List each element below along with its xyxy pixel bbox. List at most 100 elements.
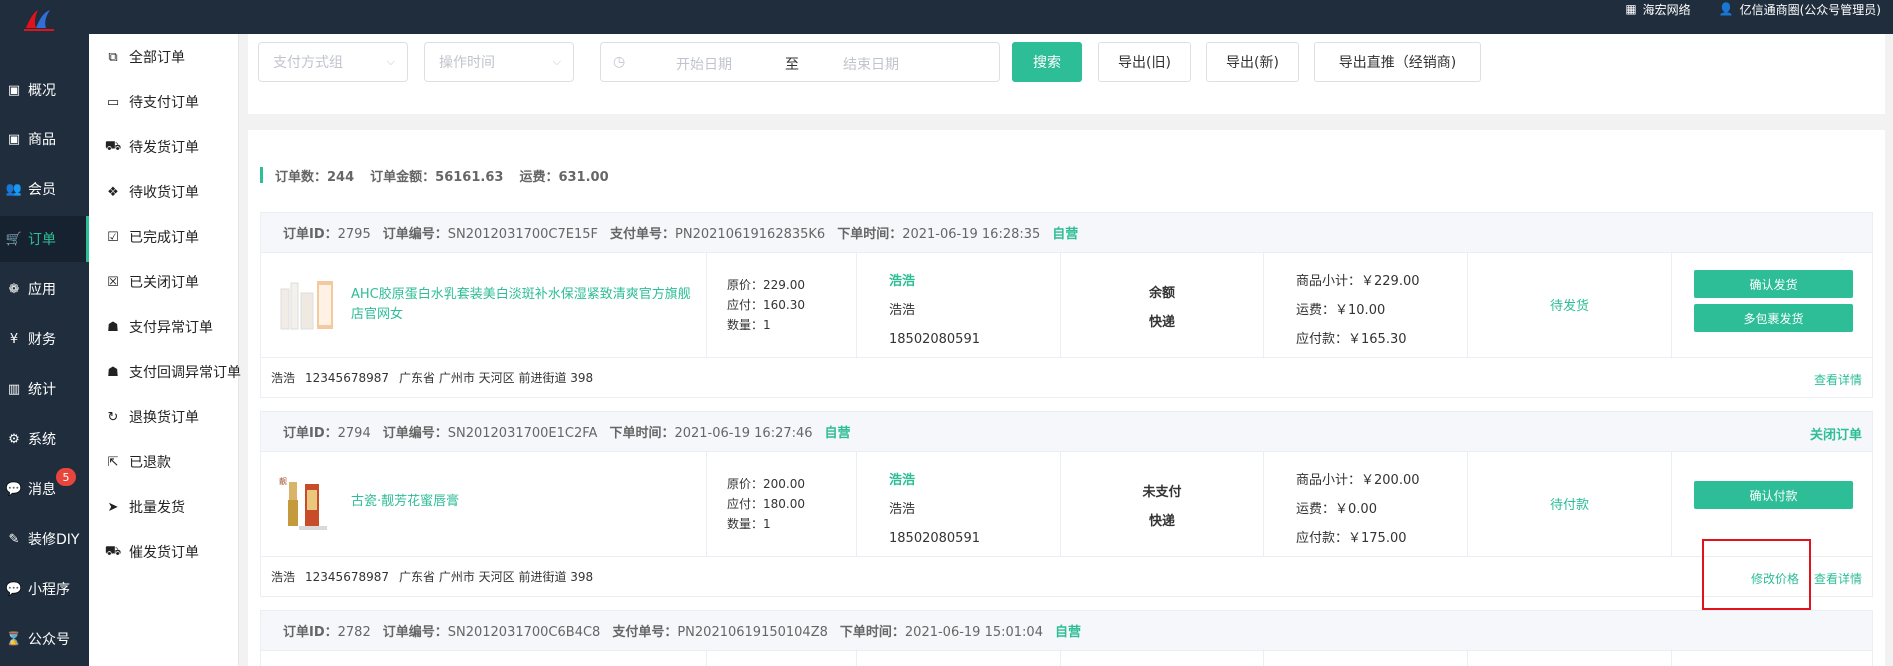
order-card: 订单ID：2795 订单编号：SN2012031700C7E15F 支付单号：P… xyxy=(260,212,1873,398)
sidebar-item-messages[interactable]: 💬 消息 5 xyxy=(0,466,89,512)
hourglass-icon: ⌛ xyxy=(5,631,23,647)
submenu-payment-exception[interactable]: ☗ 支付异常订单 xyxy=(105,317,213,337)
brand-logo[interactable] xyxy=(22,8,56,32)
submenu-pending-shipment[interactable]: ⛟ 待发货订单 xyxy=(105,137,199,157)
sidebar-item-diy[interactable]: ✎ 装修DIY xyxy=(0,516,89,562)
settings-icon: ⚙ xyxy=(8,431,20,447)
product-image[interactable]: 靓 xyxy=(275,474,337,534)
end-date-input[interactable]: 结束日期 xyxy=(843,54,899,74)
price-cell: 原价：200.00 应付：180.00 数量：1 xyxy=(707,452,857,556)
sidebar-item-system[interactable]: ⚙ 系统 xyxy=(0,416,89,462)
order-header: 订单ID：2795 订单编号：SN2012031700C7E15F 支付单号：P… xyxy=(261,213,1872,253)
product-cell: 靓 古瓷·靓芳花蜜唇膏 xyxy=(261,452,707,556)
export-new-button[interactable]: 导出(新) xyxy=(1206,42,1299,82)
action-cell: 确认发货 多包裹发货 xyxy=(1672,253,1874,357)
share-icon: ⇱ xyxy=(107,454,119,470)
grid-icon: ▦ xyxy=(1625,2,1637,16)
user-name: 亿信通商圈(公众号管理员) xyxy=(1739,2,1881,17)
brush-icon: ✎ xyxy=(8,531,20,547)
buyer-name-link[interactable]: 浩浩 xyxy=(889,466,980,495)
multi-package-ship-button[interactable]: 多包裹发货 xyxy=(1694,304,1853,332)
filter-bar: 支付方式组 ⌵ 操作时间 ⌵ ◷ 开始日期 至 结束日期 搜索 导出(旧) 导出… xyxy=(248,34,1885,114)
svg-text:靓: 靓 xyxy=(279,476,287,486)
main-sidebar: ▣ 概况 ▣ 商品 👥 会员 🛒 订单 ❁ 应用 ¥ 财务 ▥ 统计 ⚙ 系统 💬 消息 5 ✎ 装修… xyxy=(0,34,89,666)
sidebar-item-orders[interactable]: 🛒 订单 xyxy=(0,216,89,262)
operation-time-select[interactable]: 操作时间 ⌵ xyxy=(424,42,574,82)
freight-total: 631.00 xyxy=(558,169,609,185)
self-operated-tag: 自营 xyxy=(1054,625,1081,640)
dropbox-icon: ❖ xyxy=(107,184,119,200)
message-badge: 5 xyxy=(56,468,76,486)
self-operated-tag: 自营 xyxy=(824,426,851,441)
dashboard-icon: ▣ xyxy=(7,82,21,98)
order-card: 订单ID：2794 订单编号：SN2012031700E1C2FA 下单时间：2… xyxy=(260,411,1873,597)
status-cell: 待发货 xyxy=(1468,253,1672,357)
payment-method-select[interactable]: 支付方式组 ⌵ xyxy=(258,42,408,82)
product-name-link[interactable]: 古瓷·靓芳花蜜唇膏 xyxy=(351,492,701,512)
price-cell: 原价：229.00 应付：160.30 数量：1 xyxy=(707,253,857,357)
user-icon: 👤 xyxy=(1718,2,1734,16)
sidebar-item-apps[interactable]: ❁ 应用 xyxy=(0,266,89,312)
sidebar-item-overview[interactable]: ▣ 概况 xyxy=(0,67,89,113)
clock-icon: ◷ xyxy=(613,54,626,70)
confirm-payment-button[interactable]: 确认付款 xyxy=(1694,481,1853,509)
submenu-callback-exception[interactable]: ☗ 支付回调异常订单 xyxy=(105,362,241,382)
submenu-pending-receipt[interactable]: ❖ 待收货订单 xyxy=(105,182,199,202)
buyer-cell: 浩浩 浩浩 18502080591 xyxy=(857,253,1061,357)
chevron-down-icon: ⌵ xyxy=(552,55,561,68)
submenu-pending-payment[interactable]: ▭ 待支付订单 xyxy=(105,92,199,112)
stats-icon: ▥ xyxy=(7,381,21,397)
order-header: 订单ID：2782 订单编号：SN2012031700C6B4C8 支付单号：P… xyxy=(261,611,1872,651)
confirm-ship-button[interactable]: 确认发货 xyxy=(1694,270,1853,298)
submenu-urge-ship[interactable]: ⛟ 催发货订单 xyxy=(105,542,199,562)
view-detail-link[interactable]: 查看详情 xyxy=(1814,570,1862,587)
company-link[interactable]: ▦ 海宏网络 xyxy=(1625,1,1690,18)
buyer-name-link[interactable]: 浩浩 xyxy=(889,267,980,296)
payment-cell: 余额 快递 xyxy=(1061,253,1264,357)
start-date-input[interactable]: 开始日期 xyxy=(676,54,732,74)
bug-icon: ☗ xyxy=(107,319,119,335)
main-content: 支付方式组 ⌵ 操作时间 ⌵ ◷ 开始日期 至 结束日期 搜索 导出(旧) 导出… xyxy=(240,34,1893,666)
product-name-link[interactable]: AHC胶原蛋白水乳套装美白淡斑补水保湿紧致清爽官方旗舰店官网女 xyxy=(351,285,701,325)
order-count: 244 xyxy=(327,169,355,185)
apps-icon: ❁ xyxy=(8,281,20,297)
submenu-all-orders[interactable]: ⧉ 全部订单 xyxy=(105,47,185,67)
export-direct-button[interactable]: 导出直推（经销商) xyxy=(1314,42,1481,82)
view-detail-link[interactable]: 查看详情 xyxy=(1814,371,1862,388)
sidebar-item-miniprogram[interactable]: 💬 小程序 xyxy=(0,566,89,612)
sidebar-item-stats[interactable]: ▥ 统计 xyxy=(0,366,89,412)
sidebar-item-official-account[interactable]: ⌛ 公众号 xyxy=(0,616,89,662)
refresh-icon: ↻ xyxy=(107,409,119,425)
truck-icon: ⛟ xyxy=(104,138,122,154)
order-submenu: ⧉ 全部订单 ▭ 待支付订单 ⛟ 待发货订单 ❖ 待收货订单 ☑ 已完成订单 ☒ 已关闭订单… xyxy=(89,34,241,666)
order-status: 待付款 xyxy=(1549,498,1589,513)
order-status: 待发货 xyxy=(1549,299,1589,314)
date-range-picker[interactable]: ◷ 开始日期 至 结束日期 xyxy=(600,42,1000,82)
sidebar-item-members[interactable]: 👥 会员 xyxy=(0,166,89,212)
members-icon: 👥 xyxy=(5,181,23,197)
export-old-button[interactable]: 导出(旧) xyxy=(1098,42,1191,82)
order-address: 浩浩 12345678987 广东省 广州市 天河区 前进街道 398 修改价格… xyxy=(261,556,1872,596)
buyer-cell: 浩浩 浩浩 18502080591 xyxy=(857,452,1061,556)
submenu-completed[interactable]: ☑ 已完成订单 xyxy=(105,227,199,247)
submenu-returns[interactable]: ↻ 退换货订单 xyxy=(105,407,199,427)
product-cell: AHC胶原蛋白水乳套装美白淡斑补水保湿紧致清爽官方旗舰店官网女 xyxy=(261,253,707,357)
close-order-link[interactable]: 关闭订单 xyxy=(1810,424,1862,443)
bug-icon: ☗ xyxy=(107,364,119,380)
sidebar-item-finance[interactable]: ¥ 财务 xyxy=(0,316,89,362)
card-icon: ▭ xyxy=(106,94,120,110)
product-image[interactable] xyxy=(275,275,337,335)
goods-icon: ▣ xyxy=(7,131,21,147)
highlight-box xyxy=(1702,539,1811,610)
search-button[interactable]: 搜索 xyxy=(1012,42,1082,82)
submenu-refunded[interactable]: ⇱ 已退款 xyxy=(105,452,171,472)
user-menu[interactable]: 👤 亿信通商圈(公众号管理员) xyxy=(1719,1,1881,18)
sidebar-item-goods[interactable]: ▣ 商品 xyxy=(0,116,89,162)
check-square-icon: ☑ xyxy=(107,229,119,245)
order-summary: 订单数：244 订单金额：56161.63 运费：631.00 xyxy=(260,167,609,185)
order-address: 浩浩 12345678987 广东省 广州市 天河区 前进街道 398 查看详情 xyxy=(261,357,1872,397)
submenu-batch-ship[interactable]: ➤ 批量发货 xyxy=(105,497,185,517)
submenu-closed[interactable]: ☒ 已关闭订单 xyxy=(105,272,199,292)
amount-cell: 商品小计：￥229.00 运费：￥10.00 应付款：￥165.30 xyxy=(1264,253,1468,357)
status-cell: 待付款 xyxy=(1468,452,1672,556)
